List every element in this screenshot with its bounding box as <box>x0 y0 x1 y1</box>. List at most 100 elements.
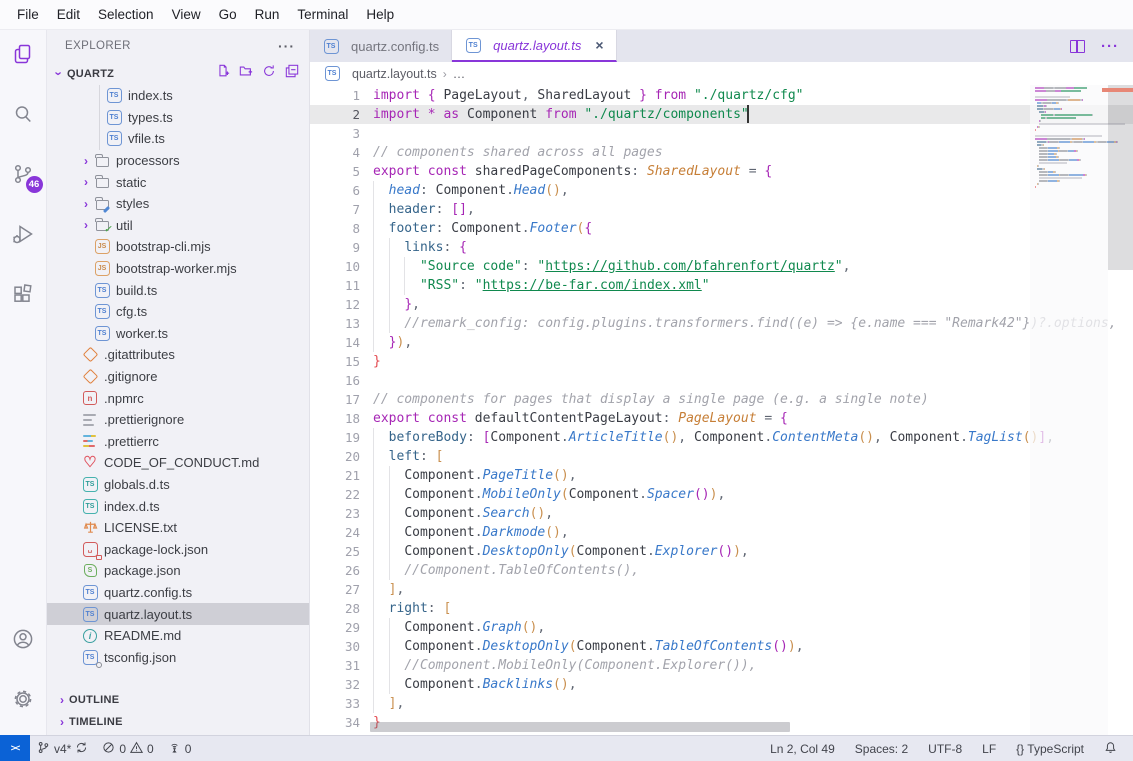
tab-bar: TSquartz.config.tsTSquartz.layout.ts× ··… <box>310 30 1133 62</box>
line-number: 14 <box>310 333 360 352</box>
status-encoding[interactable]: UTF-8 <box>918 742 972 756</box>
tree-item-quartz-layout-ts[interactable]: TSquartz.layout.ts <box>47 603 309 625</box>
horizontal-scrollbar[interactable] <box>370 722 790 732</box>
code-text: import { PageLayout, SharedLayout } from… <box>373 86 804 105</box>
vertical-scrollbar-slider[interactable] <box>1108 85 1133 270</box>
tree-item--gitattributes[interactable]: .gitattributes <box>47 344 309 366</box>
tree-item-label: .npmrc <box>104 391 144 406</box>
section-header-quartz[interactable]: › QUARTZ <box>47 62 309 85</box>
tree-item--npmrc[interactable]: n.npmrc <box>47 387 309 409</box>
menu-run[interactable]: Run <box>246 3 289 26</box>
tree-item-static[interactable]: ›static <box>47 171 309 193</box>
status-eol[interactable]: LF <box>972 742 1006 756</box>
minimap-line <box>1035 186 1036 188</box>
tree-item-styles[interactable]: ›styles <box>47 193 309 215</box>
tab-quartz-config-ts[interactable]: TSquartz.config.ts <box>310 30 452 62</box>
minimap[interactable] <box>1030 85 1108 735</box>
tree-item--prettierrc[interactable]: .prettierrc <box>47 431 309 453</box>
status-language[interactable]: {} TypeScript <box>1006 742 1094 756</box>
breadcrumb-more[interactable]: … <box>453 67 466 81</box>
status-cursor-position[interactable]: Ln 2, Col 49 <box>760 742 845 756</box>
menu-go[interactable]: Go <box>210 3 246 26</box>
menu-edit[interactable]: Edit <box>48 3 89 26</box>
tab-label: quartz.layout.ts <box>493 38 581 53</box>
menu-selection[interactable]: Selection <box>89 3 163 26</box>
tree-item-package-lock-json[interactable]: ␣package-lock.json <box>47 538 309 560</box>
tab-quartz-layout-ts[interactable]: TSquartz.layout.ts× <box>452 30 616 62</box>
panel-outline[interactable]: ›OUTLINE <box>47 689 309 711</box>
split-editor-icon[interactable] <box>1070 40 1085 53</box>
tree-item-label: index.ts <box>128 88 173 103</box>
activity-source-control[interactable]: 46 <box>0 150 47 197</box>
code-line-11: 11 "RSS": "https://be-far.com/index.xml" <box>310 276 1133 295</box>
explorer-sidebar: EXPLORER ··· › QUARTZ TSindex.tsTStypes.… <box>47 30 310 735</box>
sidebar-more-actions[interactable]: ··· <box>278 38 295 54</box>
tree-item-types-ts[interactable]: TStypes.ts <box>47 107 309 129</box>
tree-item-cfg-ts[interactable]: TScfg.ts <box>47 301 309 323</box>
tree-item--gitignore[interactable]: .gitignore <box>47 366 309 388</box>
remote-icon: >< <box>11 743 20 753</box>
tree-item-vfile-ts[interactable]: TSvfile.ts <box>47 128 309 150</box>
tree-item-globals-d-ts[interactable]: TSglobals.d.ts <box>47 474 309 496</box>
tree-item-license-txt[interactable]: LICENSE.txt <box>47 517 309 539</box>
activity-search[interactable] <box>0 90 47 137</box>
tree-item-bootstrap-worker-mjs[interactable]: JSbootstrap-worker.mjs <box>47 258 309 280</box>
status-branch[interactable]: v4* <box>30 741 95 757</box>
tree-item-code-of-conduct-md[interactable]: ♡CODE_OF_CONDUCT.md <box>47 452 309 474</box>
chevron-right-icon: › <box>79 154 93 168</box>
tree-item--prettierignore[interactable]: .prettierignore <box>47 409 309 431</box>
code-text: //Component.TableOfContents(), <box>373 561 639 580</box>
menu-file[interactable]: File <box>8 3 48 26</box>
activity-accounts[interactable] <box>0 615 47 662</box>
tree-item-index-d-ts[interactable]: TSindex.d.ts <box>47 495 309 517</box>
folder-icon <box>93 153 111 169</box>
prettier-ignore-icon <box>81 412 99 428</box>
menu-help[interactable]: Help <box>357 3 403 26</box>
line-number: 5 <box>310 162 360 181</box>
collapse-all-icon[interactable] <box>285 64 299 83</box>
status-bar: >< v4*000 Ln 2, Col 49Spaces: 2UTF-8LF{}… <box>0 735 1133 761</box>
overview-ruler-marker <box>1102 88 1133 92</box>
code-line-13: 13 //remark_config: config.plugins.trans… <box>310 314 1133 333</box>
menu-terminal[interactable]: Terminal <box>288 3 357 26</box>
tree-item-processors[interactable]: ›processors <box>47 150 309 172</box>
code-text: Component.DesktopOnly(Component.Explorer… <box>373 542 749 561</box>
status-notifications[interactable] <box>1094 741 1127 757</box>
new-folder-icon[interactable] <box>239 64 253 83</box>
panel-timeline[interactable]: ›TIMELINE <box>47 711 309 733</box>
close-icon[interactable]: × <box>595 38 603 52</box>
tree-item-util[interactable]: ›✓util <box>47 215 309 237</box>
tree-item-worker-ts[interactable]: TSworker.ts <box>47 323 309 345</box>
remote-indicator[interactable]: >< <box>0 735 30 761</box>
code-text: "Source code": "https://github.com/bfahr… <box>373 257 850 276</box>
tree-item-bootstrap-cli-mjs[interactable]: JSbootstrap-cli.mjs <box>47 236 309 258</box>
activity-run-debug[interactable] <box>0 210 47 257</box>
tree-item-build-ts[interactable]: TSbuild.ts <box>47 279 309 301</box>
code-editor[interactable]: 1import { PageLayout, SharedLayout } fro… <box>310 85 1133 735</box>
breadcrumb-file[interactable]: quartz.layout.ts <box>352 67 437 81</box>
code-line-5: 5export const sharedPageComponents: Shar… <box>310 162 1133 181</box>
line-number: 26 <box>310 561 360 580</box>
status-indentation[interactable]: Spaces: 2 <box>845 742 918 756</box>
tree-item-tsconfig-json[interactable]: TStsconfig.json <box>47 646 309 668</box>
minimap-line <box>1035 108 1062 110</box>
activity-settings[interactable] <box>0 675 47 722</box>
status-ports[interactable]: 0 <box>161 741 199 757</box>
more-actions-icon[interactable]: ··· <box>1101 38 1119 55</box>
refresh-icon[interactable] <box>262 64 276 83</box>
scm-badge: 46 <box>26 176 43 193</box>
vertical-scrollbar[interactable] <box>1108 85 1133 735</box>
activity-extensions[interactable] <box>0 270 47 317</box>
status-problems[interactable]: 00 <box>95 741 160 757</box>
tree-item-readme-md[interactable]: iREADME.md <box>47 625 309 647</box>
tree-item-index-ts[interactable]: TSindex.ts <box>47 85 309 107</box>
tree-item-package-json[interactable]: Spackage.json <box>47 560 309 582</box>
editor-actions: ··· <box>1070 30 1133 62</box>
new-file-icon[interactable] <box>216 64 230 83</box>
tree-item-quartz-config-ts[interactable]: TSquartz.config.ts <box>47 582 309 604</box>
folder-styles-icon <box>93 196 111 212</box>
folder-util-icon: ✓ <box>93 217 111 233</box>
menu-view[interactable]: View <box>163 3 210 26</box>
tab-label: quartz.config.ts <box>351 39 439 54</box>
activity-explorer[interactable] <box>0 30 47 77</box>
